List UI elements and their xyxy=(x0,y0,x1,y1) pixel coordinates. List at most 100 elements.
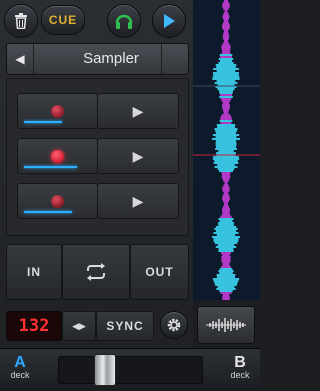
waveform-slice xyxy=(219,92,233,94)
waveform-slice xyxy=(222,36,230,38)
waveform-slice xyxy=(214,160,238,162)
waveform-toggle-button[interactable] xyxy=(197,306,255,344)
waveform-slice xyxy=(218,90,234,92)
waveform-slice xyxy=(220,94,232,96)
sampler-slot-3: ▶ xyxy=(17,183,179,219)
sampler-progress xyxy=(24,166,77,168)
waveform-slice xyxy=(219,120,233,122)
waveform-slice xyxy=(215,136,237,138)
waveform-slice xyxy=(223,110,229,112)
waveform-slice xyxy=(215,144,237,146)
sampler-record-button[interactable] xyxy=(17,183,98,219)
waveform-slice xyxy=(218,222,234,224)
trash-button[interactable] xyxy=(4,4,38,38)
loop-toggle-button[interactable] xyxy=(62,244,130,300)
waveform-slice xyxy=(216,124,236,126)
waveform-slice xyxy=(223,38,229,40)
cue-button[interactable]: CUE xyxy=(41,5,85,35)
waveform-slice xyxy=(215,130,237,132)
waveform-slice xyxy=(222,102,230,104)
waveform-slice xyxy=(214,82,238,84)
waveform-slice xyxy=(221,114,231,116)
waveform-icon xyxy=(206,318,246,332)
waveform-slice xyxy=(217,88,235,90)
sampler-play-button[interactable]: ▶ xyxy=(97,183,179,219)
waveform-slice xyxy=(220,98,232,100)
waveform-slice xyxy=(222,294,230,296)
waveform-slice xyxy=(211,236,241,238)
waveform-slice xyxy=(213,156,239,158)
waveform-slice xyxy=(214,166,238,168)
waveform-slice xyxy=(216,146,236,148)
crossfader-track[interactable] xyxy=(58,356,203,384)
waveform-slice xyxy=(223,180,229,182)
waveform-slice xyxy=(218,62,234,64)
deck-a-indicator[interactable]: A deck xyxy=(6,354,34,380)
waveform-slice xyxy=(216,288,236,290)
waveform-slice xyxy=(216,234,236,236)
play-button[interactable] xyxy=(152,4,186,38)
waveform-slice xyxy=(212,78,240,80)
waveform-slice xyxy=(220,116,232,118)
sampler-record-button[interactable] xyxy=(17,93,98,129)
crossfader-knob[interactable] xyxy=(93,354,116,386)
waveform-slice xyxy=(219,290,233,292)
waveform-slice xyxy=(213,240,239,242)
deck-b-indicator[interactable]: B deck xyxy=(226,354,254,380)
waveform-slice xyxy=(223,184,229,186)
waveform-slice xyxy=(223,192,229,194)
header-divider xyxy=(161,44,162,74)
waveform-view[interactable] xyxy=(193,0,260,300)
waveform-slice xyxy=(221,266,231,268)
waveform-slice xyxy=(222,264,230,266)
play-icon: ▶ xyxy=(132,192,144,209)
waveform-slice xyxy=(222,108,230,110)
waveform-slice xyxy=(223,194,229,196)
pitch-nudge-button[interactable]: ◀▶ xyxy=(62,311,96,341)
waveform-slice xyxy=(221,172,231,174)
waveform-slice xyxy=(223,8,229,10)
waveform-slice xyxy=(216,132,236,134)
waveform-slice xyxy=(222,254,230,256)
waveform-slice xyxy=(219,60,233,62)
waveform-slice xyxy=(222,210,230,212)
headphones-button[interactable] xyxy=(107,4,141,38)
waveform-slice xyxy=(219,268,233,270)
sync-button[interactable]: SYNC xyxy=(96,311,154,341)
sampler-play-button[interactable]: ▶ xyxy=(97,93,179,129)
waveform-slice xyxy=(222,178,230,180)
bpm-display: 132 xyxy=(6,311,62,341)
waveform-slice xyxy=(221,44,231,46)
sampler-play-button[interactable]: ▶ xyxy=(97,138,179,174)
deck-b-label: deck xyxy=(230,370,250,380)
sampler-slots: ▶ ▶ ▶ xyxy=(6,78,189,236)
back-arrow-icon[interactable]: ◀ xyxy=(7,44,34,74)
waveform-slice xyxy=(220,118,232,120)
sampler-record-button[interactable] xyxy=(17,138,98,174)
loop-out-button[interactable]: OUT xyxy=(130,244,189,300)
waveform-slice xyxy=(222,104,230,106)
waveform-slice xyxy=(213,68,239,70)
waveform-slice xyxy=(222,24,230,26)
settings-button[interactable] xyxy=(160,311,188,339)
waveform-slice xyxy=(222,298,230,300)
waveform-slice xyxy=(213,162,239,164)
waveform-slice xyxy=(215,230,237,232)
waveform-slice xyxy=(222,4,230,6)
record-icon xyxy=(51,149,64,163)
waveform-slice xyxy=(223,40,229,42)
waveform-slice xyxy=(217,168,235,170)
loop-in-button[interactable]: IN xyxy=(6,244,62,300)
waveform-slice xyxy=(222,296,230,298)
sampler-progress xyxy=(24,121,62,123)
waveform-slice xyxy=(224,202,228,204)
waveform-slice xyxy=(212,158,240,160)
waveform-slice xyxy=(222,198,230,200)
waveform-slice xyxy=(221,46,231,48)
waveform-slice xyxy=(224,10,228,12)
waveform-slice xyxy=(221,106,231,108)
waveform-slice xyxy=(224,30,228,32)
waveform-slice xyxy=(222,26,230,28)
gear-icon xyxy=(167,318,181,332)
loop-icon xyxy=(87,263,105,281)
